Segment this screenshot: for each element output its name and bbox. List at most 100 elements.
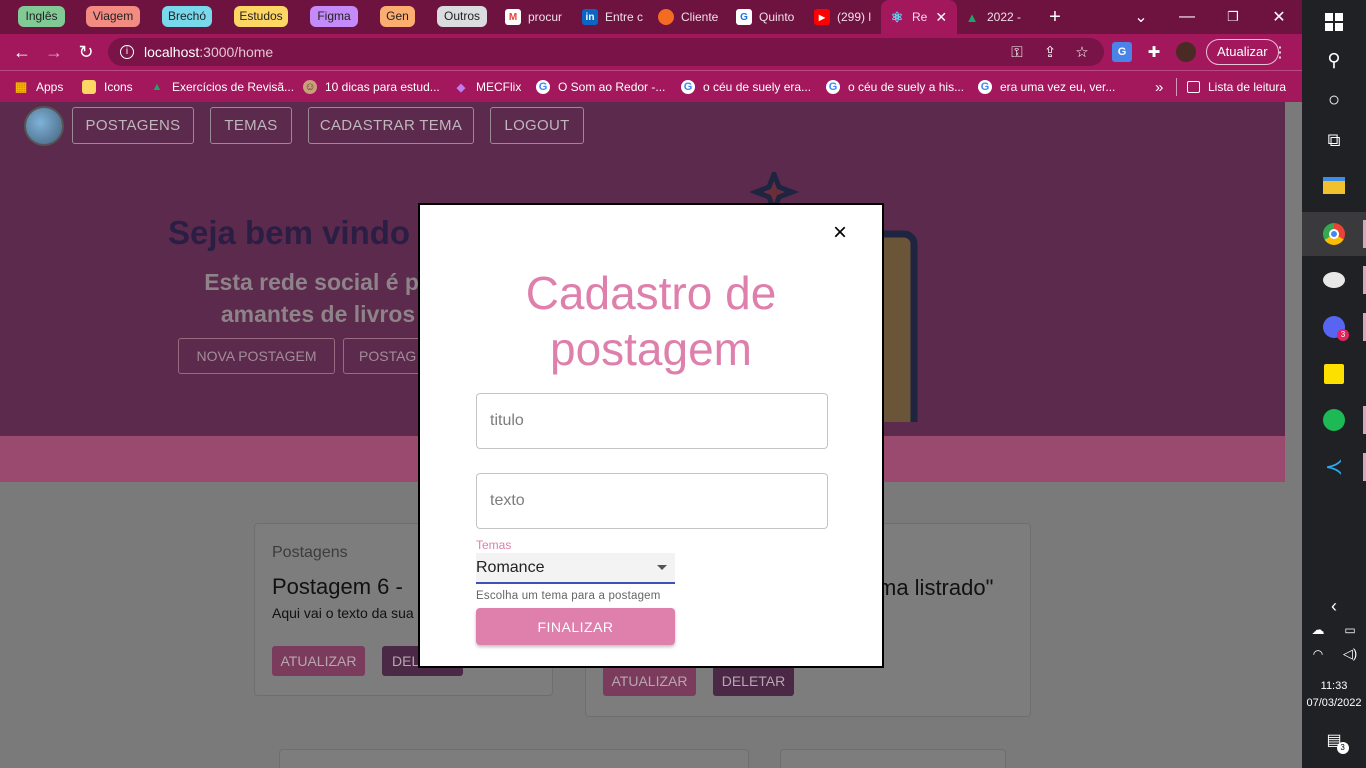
react-icon: ⚛ [890,8,904,25]
sticky-notes-icon[interactable] [1302,352,1366,396]
new-tab-button[interactable]: + [1032,0,1078,34]
share-icon[interactable]: ⇪ [1040,42,1060,62]
clock-time[interactable]: 11:33 [1302,680,1366,692]
reading-list[interactable]: Lista de leitura [1176,71,1286,103]
bookmarks-bar: ▦ Apps Icons ▲ Exercícios de Revisã... ☺… [0,70,1302,102]
close-tab-icon[interactable]: ✕ [935,9,947,26]
tab-group-ingles[interactable]: Inglês [18,6,65,27]
update-post-button[interactable]: ATUALIZAR [603,666,696,696]
title-input[interactable]: titulo [476,393,828,449]
back-arrow-icon[interactable]: ← [9,40,35,64]
restore-icon[interactable]: ❐ [1210,0,1256,34]
site-info-icon[interactable]: i [120,45,134,59]
wifi-icon[interactable]: ◠ [1302,632,1334,676]
tab-search-chevron-icon[interactable]: ⌄ [1118,0,1164,34]
browser-toolbar: ← → ↻ i localhost:3000/home ⚿ ⇪ ☆ G ✚ At… [0,34,1302,70]
tab-group-estudos[interactable]: Estudos [234,6,288,27]
tab-drive[interactable]: ▲ 2022 - [964,0,1026,34]
more-bookmarks-chevron[interactable]: » [1155,71,1163,103]
nav-postagens[interactable]: POSTAGENS [72,107,194,144]
themes-label: Temas [476,538,512,552]
bookmark-mecflix[interactable]: ◆ MECFlix [454,71,522,103]
reading-list-label: Lista de leitura [1208,80,1287,94]
volume-icon[interactable]: ◁) [1334,632,1366,676]
search-icon[interactable]: ⚲ [1302,38,1366,82]
key-icon[interactable]: ⚿ [1007,42,1027,62]
minimize-icon[interactable]: — [1164,0,1210,34]
discord-icon[interactable]: 3 [1302,305,1366,349]
nav-logout[interactable]: LOGOUT [490,107,584,144]
view-posts-button[interactable]: POSTAG [343,338,423,374]
bookmark-som-ao-redor[interactable]: G O Som ao Redor -... [536,71,665,103]
text-input[interactable]: texto [476,473,828,529]
bookmark-ceu-de-suely-1[interactable]: G o céu de suely era... [681,71,811,103]
finalize-button[interactable]: FINALIZAR [476,608,675,645]
reload-icon[interactable]: ↻ [73,40,99,64]
google-icon: G [681,80,695,94]
gmail-icon: M [505,9,521,25]
hero-title: Seja bem vindo [168,214,411,251]
url-host: localhost [144,44,200,60]
close-icon[interactable]: × [828,221,852,245]
notification-count-badge: 3 [1336,742,1349,754]
nav-temas[interactable]: TEMAS [210,107,292,144]
extensions-puzzle-icon[interactable]: ✚ [1144,42,1164,62]
app-logo[interactable] [24,106,64,146]
post-card-title: ma listrado" [878,575,994,600]
orange-circle-icon [658,9,674,25]
bookmark-10-dicas[interactable]: ☺ 10 dicas para estud... [303,71,440,103]
tab-youtube[interactable]: ▶ (299) l [814,0,874,34]
bookmark-era-uma-vez[interactable]: G era uma vez eu, ver... [978,71,1115,103]
bookmark-star-icon[interactable]: ☆ [1072,42,1092,62]
google-translate-icon[interactable]: G [1112,42,1132,62]
file-explorer-icon[interactable] [1302,163,1366,207]
update-browser-button[interactable]: Atualizar [1206,39,1279,65]
chrome-menu-icon[interactable]: ⋮ [1270,42,1290,62]
vscode-icon[interactable]: ≺ [1302,445,1366,489]
chrome-icon[interactable] [1302,212,1366,256]
task-view-icon[interactable]: ⧉ [1302,118,1366,162]
post-card-text: Aqui vai o texto da sua [272,605,414,621]
spotify-icon[interactable] [1302,398,1366,442]
clock-date[interactable]: 07/03/2022 [1302,697,1366,709]
delete-post-button[interactable]: DELETAR [713,666,794,696]
bookmark-exercicios[interactable]: ▲ Exercícios de Revisã... [150,71,295,103]
windows-taskbar: ⚲ ○ ⧉ 3 ≺ ‹ ☁ ▭ ◠ ◁) 11:33 07/03/2022 ▤ 3 [1302,0,1366,768]
update-post-button[interactable]: ATUALIZAR [272,646,365,676]
cortana-icon[interactable]: ○ [1302,78,1366,122]
notification-center-icon[interactable]: ▤ 3 [1302,718,1366,762]
tab-group-outros[interactable]: Outros [437,6,487,27]
drive-icon: ▲ [965,9,979,25]
bookmark-ceu-de-suely-2[interactable]: G o céu de suely a his... [826,71,964,103]
modal-title: Cadastro de postagem [525,267,777,375]
tab-group-brecho[interactable]: Brechó [162,6,212,27]
apps-grid-icon: ▦ [14,79,28,94]
tab-react-active[interactable]: ⚛ Re ✕ [881,0,957,34]
close-window-icon[interactable]: ✕ [1256,0,1302,34]
tab-linkedin[interactable]: in Entre c [582,0,644,34]
google-icon: G [826,80,840,94]
profile-avatar[interactable] [1176,42,1196,62]
bookmark-label: O Som ao Redor -... [558,80,666,94]
tab-group-gen[interactable]: Gen [380,6,415,27]
themes-select[interactable]: Romance [476,553,675,584]
post-card [279,749,749,768]
create-post-modal: × Cadastro de postagem titulo texto Tema… [418,203,884,668]
tab-gmail[interactable]: M procur [505,0,569,34]
google-icon: G [978,80,992,94]
new-post-button[interactable]: NOVA POSTAGEM [178,338,335,374]
tab-group-viagem[interactable]: Viagem [86,6,140,27]
drive-icon: ▲ [151,81,163,93]
bookmark-icons-folder[interactable]: Icons [82,71,133,103]
tab-cliente[interactable]: Cliente [658,0,722,34]
paint-icon[interactable] [1302,258,1366,302]
forward-arrow-icon[interactable]: → [41,40,67,64]
tab-group-figma[interactable]: Figma [310,6,358,27]
bookmark-label: era uma vez eu, ver... [1000,80,1116,94]
themes-selected-value: Romance [476,558,545,576]
mecflix-icon: ◆ [456,81,466,94]
bookmark-apps[interactable]: ▦ Apps [14,71,64,103]
address-bar[interactable]: i localhost:3000/home [108,38,1104,66]
tab-quinto[interactable]: G Quinto [736,0,798,34]
nav-cadastrar-tema[interactable]: CADASTRAR TEMA [308,107,474,144]
